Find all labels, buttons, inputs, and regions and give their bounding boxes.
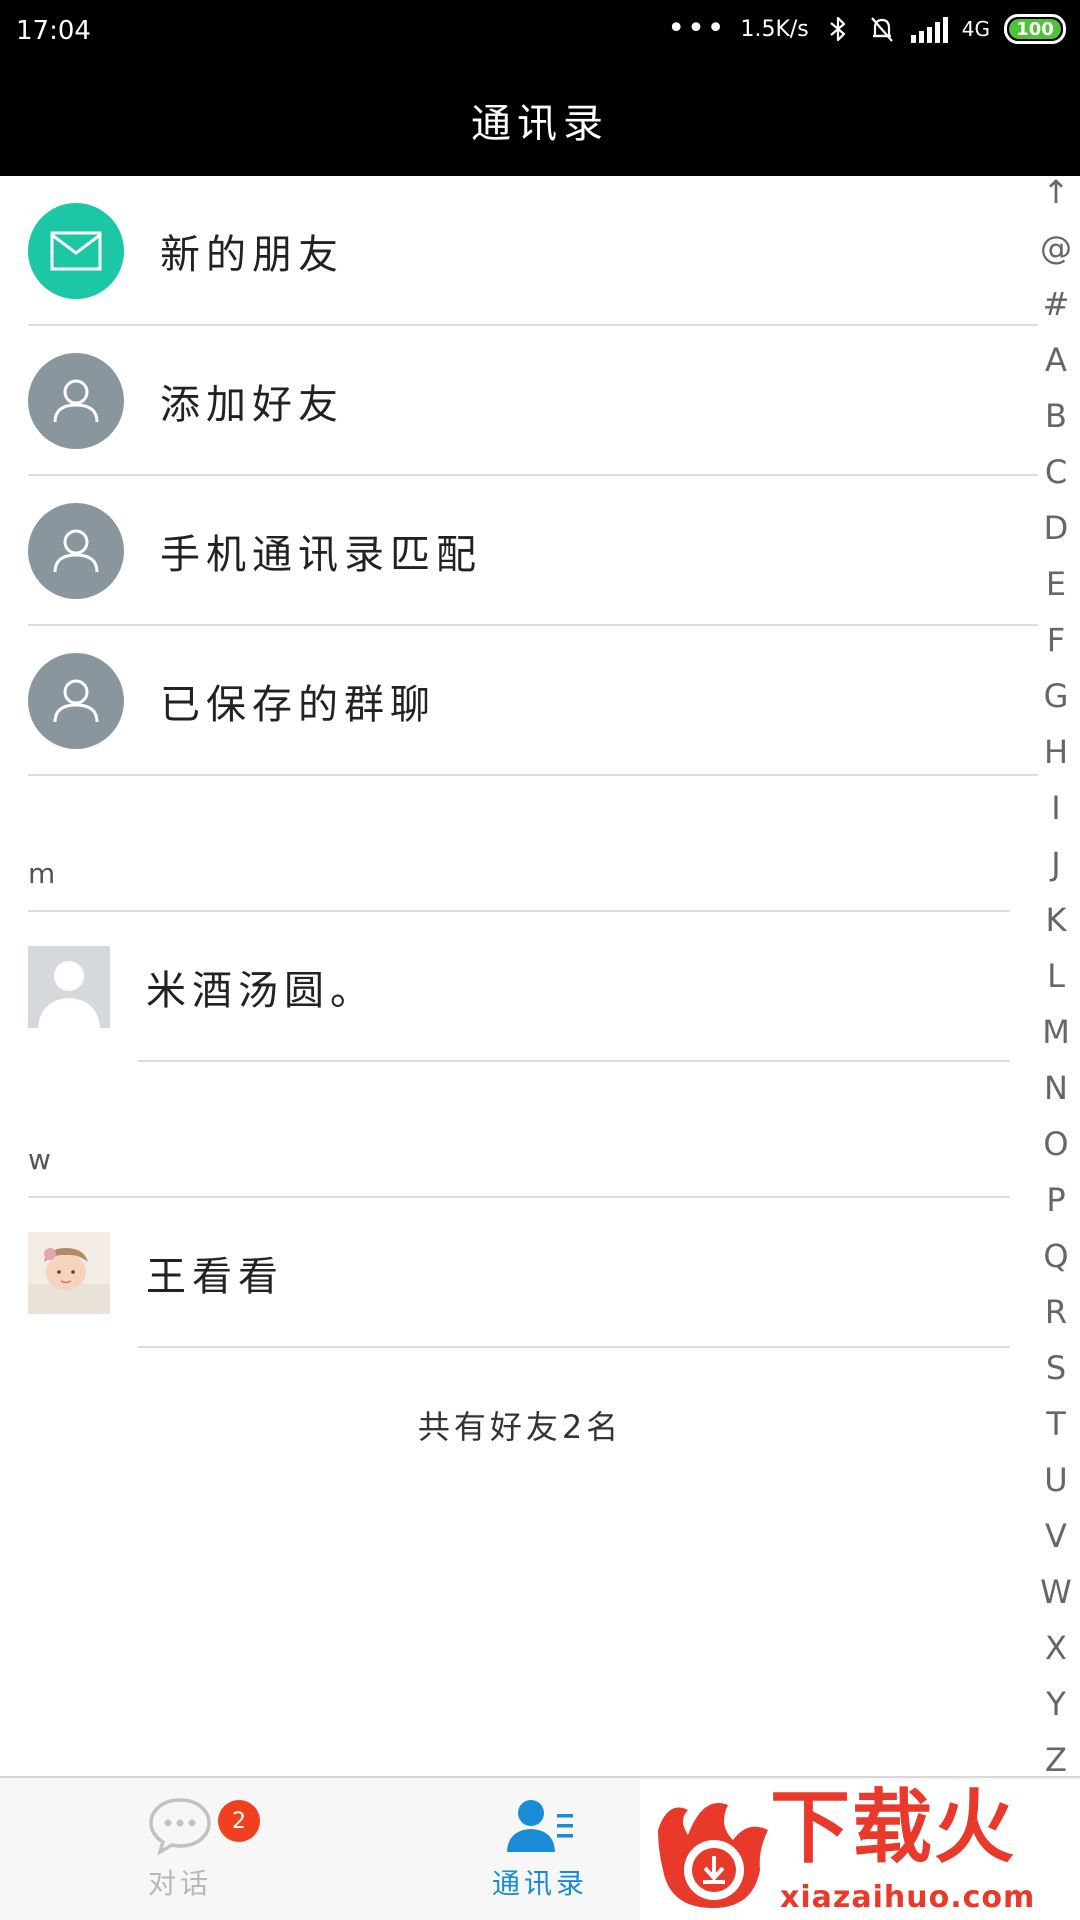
contact-name: 米酒汤圆。 <box>146 968 376 1014</box>
index-letter[interactable]: H <box>1036 736 1076 768</box>
status-bar: 17:04 ••• 1.5K/s 4G 100 <box>0 0 1080 64</box>
baby-photo-avatar <box>28 1232 110 1314</box>
signal-icon <box>910 15 948 43</box>
net-speed: 1.5K/s <box>740 16 809 42</box>
tab-label: 通讯录 <box>491 1867 588 1900</box>
index-letter[interactable]: Q <box>1036 1240 1076 1272</box>
index-letter[interactable]: G <box>1036 680 1076 712</box>
person-icon <box>28 353 124 449</box>
entry-label: 添加好友 <box>160 382 344 428</box>
index-letter[interactable]: C <box>1036 456 1076 488</box>
friend-count: 共有好友2名 <box>417 1408 623 1446</box>
contacts-list: 新的朋友 添加好友 手机通讯录匹配 已保存的群聊 m 米酒汤圆。 w 王看看 共… <box>0 176 1040 1448</box>
entry-saved-groups[interactable]: 已保存的群聊 <box>0 626 1040 776</box>
tab-label: 对话 <box>147 1867 212 1900</box>
index-letter[interactable]: U <box>1036 1464 1076 1496</box>
unread-badge: 2 <box>218 1800 260 1842</box>
title-bar: 通讯录 <box>0 64 1080 176</box>
section-header-w: w <box>0 1062 1040 1198</box>
section-letter: w <box>28 1143 51 1176</box>
index-letter[interactable]: N <box>1036 1072 1076 1104</box>
contact-row[interactable]: 王看看 <box>0 1198 1040 1348</box>
tab-chat[interactable]: 对话 2 <box>100 1778 260 1920</box>
watermark-url: xiazaihuo.com <box>780 1880 1036 1915</box>
index-letter[interactable]: P <box>1036 1184 1076 1216</box>
mail-icon <box>28 203 124 299</box>
bell-muted-icon <box>870 17 893 42</box>
index-letter[interactable]: E <box>1036 568 1076 600</box>
index-letter[interactable]: F <box>1036 624 1076 656</box>
index-letter[interactable]: A <box>1036 344 1076 376</box>
status-indicators: ••• 1.5K/s 4G 100 <box>667 14 1066 44</box>
entry-new-friends[interactable]: 新的朋友 <box>0 176 1040 326</box>
index-letter[interactable]: M <box>1036 1016 1076 1048</box>
section-header-m: m <box>0 776 1040 912</box>
index-letter[interactable]: T <box>1036 1408 1076 1440</box>
contact-name: 王看看 <box>146 1254 284 1300</box>
contacts-screen: 17:04 ••• 1.5K/s 4G 100 通讯录 新的朋友 添加好友 手机… <box>0 0 1080 1920</box>
index-letter[interactable]: Y <box>1036 1688 1076 1720</box>
index-letter[interactable]: W <box>1036 1576 1076 1608</box>
contacts-person-icon <box>507 1800 573 1852</box>
index-letter[interactable]: K <box>1036 904 1076 936</box>
person-icon <box>28 503 124 599</box>
index-letter[interactable]: V <box>1036 1520 1076 1552</box>
contact-row[interactable]: 米酒汤圆。 <box>0 912 1040 1062</box>
chat-bubble-icon <box>149 1798 211 1856</box>
index-letter[interactable]: I <box>1036 792 1076 824</box>
index-letter[interactable]: S <box>1036 1352 1076 1384</box>
index-letter[interactable]: X <box>1036 1632 1076 1664</box>
watermark-title: 下载火 <box>770 1781 1016 1874</box>
index-letter[interactable]: D <box>1036 512 1076 544</box>
person-icon <box>28 653 124 749</box>
status-time: 17:04 <box>16 16 91 46</box>
tab-contacts[interactable]: 通讯录 <box>460 1778 620 1920</box>
fire-logo-icon <box>658 1803 768 1908</box>
network-type: 4G <box>961 17 990 41</box>
divider <box>138 1346 1010 1348</box>
index-letter[interactable]: O <box>1036 1128 1076 1160</box>
entry-add-friend[interactable]: 添加好友 <box>0 326 1040 476</box>
default-avatar <box>28 946 110 1028</box>
index-letter[interactable]: L <box>1036 960 1076 992</box>
index-letter[interactable]: Z <box>1036 1744 1076 1776</box>
index-letter[interactable]: # <box>1036 288 1076 320</box>
watermark: 下载火 xiazaihuo.com <box>640 1780 1080 1920</box>
battery-icon: 100 <box>1004 14 1066 44</box>
more-dots-icon: ••• <box>667 11 727 46</box>
bluetooth-icon <box>830 16 845 42</box>
index-letter[interactable]: R <box>1036 1296 1076 1328</box>
page-title: 通讯录 <box>471 101 609 147</box>
index-letter[interactable]: J <box>1036 848 1076 880</box>
battery-level: 100 <box>1009 19 1061 40</box>
entry-label: 手机通讯录匹配 <box>160 532 482 578</box>
index-letter[interactable]: B <box>1036 400 1076 432</box>
alphabet-index[interactable]: ↑ @ # A B C D E F G H I J K L M N O P Q R S T U V W X Y Z <box>1036 176 1076 1776</box>
entry-label: 新的朋友 <box>160 232 344 278</box>
entry-label: 已保存的群聊 <box>160 682 436 728</box>
index-letter[interactable]: ↑ <box>1036 176 1076 208</box>
entry-phone-contacts-match[interactable]: 手机通讯录匹配 <box>0 476 1040 626</box>
index-letter[interactable]: @ <box>1036 232 1076 264</box>
section-letter: m <box>28 857 56 890</box>
